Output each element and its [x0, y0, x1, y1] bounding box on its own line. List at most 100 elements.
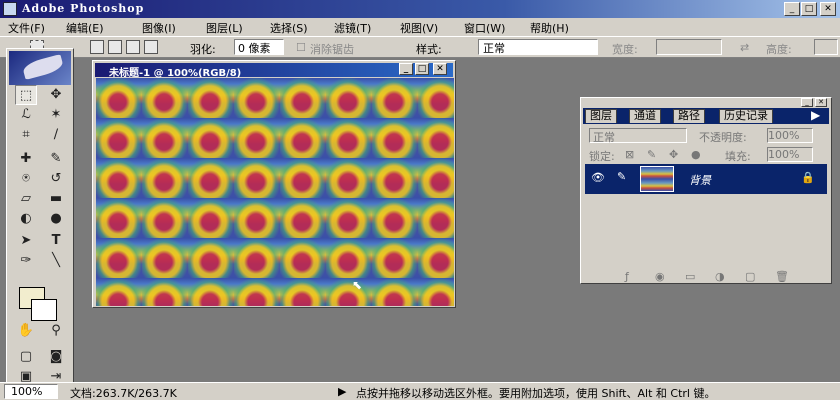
minimize-button[interactable]: _ — [784, 2, 800, 16]
doc-maximize-button[interactable]: □ — [415, 63, 429, 75]
menu-edit[interactable]: 编辑(E) — [66, 20, 104, 36]
layer-mask-icon[interactable]: ◉ — [655, 270, 665, 283]
burn-icon[interactable]: ● — [45, 209, 67, 229]
crop-icon[interactable]: ⌗ — [15, 125, 37, 145]
antialias-label: 消除锯齿 — [310, 43, 354, 56]
photoshop-logo-icon — [3, 2, 17, 16]
antialias-checkbox[interactable]: ☐ — [296, 41, 306, 54]
trash-icon[interactable]: 🗑 — [775, 270, 789, 283]
close-button[interactable]: ✕ — [820, 2, 836, 16]
app-title: Adobe Photoshop — [22, 2, 145, 15]
zoom-icon[interactable]: ⚲ — [45, 321, 67, 341]
hand-icon[interactable]: ✋ — [15, 321, 37, 341]
eraser-icon[interactable]: ▱ — [15, 189, 37, 209]
feather-label: 羽化: — [190, 43, 216, 56]
standard-mode-icon[interactable]: ▢ — [15, 347, 37, 367]
opacity-input[interactable]: 100% — [767, 128, 813, 143]
tab-layers[interactable]: 图层 — [585, 109, 617, 123]
line-icon[interactable]: ╲ — [45, 251, 67, 271]
magic-wand-icon[interactable]: ✶ — [45, 105, 67, 125]
pen-icon[interactable]: ✑ — [15, 251, 37, 271]
layer-name: 背景 — [689, 174, 711, 187]
fill-input[interactable]: 100% — [767, 147, 813, 162]
history-brush-icon[interactable]: ↺ — [45, 169, 67, 189]
status-bar: 100% 文档:263.7K/263.7K ▶ 点按并拖移以移动选区外框。要用附… — [0, 382, 840, 400]
panel-menu-icon[interactable]: ▶ — [811, 108, 820, 122]
tab-history[interactable]: 历史记录 — [719, 109, 773, 123]
brush-icon[interactable]: ✎ — [45, 149, 67, 169]
tab-paths[interactable]: 路径 — [673, 109, 705, 123]
maximize-button[interactable]: □ — [801, 2, 817, 16]
app-titlebar: Adobe Photoshop _ □ ✕ — [0, 0, 840, 18]
swap-icon[interactable]: ⇄ — [740, 41, 749, 54]
lock-label: 锁定: — [589, 150, 615, 163]
new-layer-icon[interactable]: ▢ — [745, 270, 755, 283]
marquee-icon[interactable]: ⬚ — [15, 85, 37, 105]
zoom-field[interactable]: 100% — [4, 384, 58, 399]
blend-mode-select[interactable]: 正常 — [589, 128, 687, 144]
layers-panel: _ ✕ 图层 通道 路径 历史记录 ▶ 正常 不透明度: 100% 锁定: ⊠ … — [580, 97, 832, 284]
path-select-icon[interactable]: ➤ — [15, 231, 37, 251]
style-label: 样式: — [416, 43, 442, 56]
lock-move-icon[interactable]: ✥ — [669, 148, 678, 161]
fill-label: 填充: — [725, 150, 751, 163]
image-canvas[interactable]: ⬉ — [96, 78, 454, 306]
options-bar: 羽化: 0 像素 ☐ 消除锯齿 样式: 正常 宽度: ⇄ 高度: — [0, 36, 840, 58]
menubar: 文件(F) 编辑(E) 图像(I) 图层(L) 选择(S) 滤镜(T) 视图(V… — [0, 18, 840, 36]
slice-icon[interactable]: ∕ — [45, 125, 67, 145]
document-titlebar[interactable]: 未标题-1 @ 100%(RGB/8) _ □ ✕ — [95, 63, 453, 79]
quickmask-mode-icon[interactable]: ◙ — [45, 347, 67, 367]
background-color-swatch[interactable] — [31, 299, 57, 321]
toolbox: ⬚ ✥ ℒ ✶ ⌗ ∕ ✚ ✎ ⍟ ↺ ▱ ▬ ◐ ● ➤ T ✑ ╲ ▭ ✋ … — [6, 48, 74, 386]
width-input[interactable] — [656, 39, 722, 55]
feather-logo-icon — [21, 54, 65, 80]
new-set-icon[interactable]: ▭ — [685, 270, 695, 283]
visibility-eye-icon[interactable]: 👁 — [591, 171, 605, 184]
intersect-selection-icon[interactable] — [144, 40, 158, 54]
feather-input[interactable]: 0 像素 — [234, 39, 284, 55]
document-title: 未标题-1 @ 100%(RGB/8) — [109, 68, 242, 79]
menu-help[interactable]: 帮助(H) — [530, 20, 569, 36]
lasso-icon[interactable]: ℒ — [15, 105, 37, 125]
panel-tabs: 图层 通道 路径 历史记录 ▶ — [583, 108, 829, 124]
panel-close-button[interactable]: ✕ — [815, 98, 827, 107]
menu-image[interactable]: 图像(I) — [142, 20, 176, 36]
height-input[interactable] — [814, 39, 838, 55]
doc-minimize-button[interactable]: _ — [399, 63, 413, 75]
adjustment-icon[interactable]: ◑ — [715, 270, 725, 283]
move-icon[interactable]: ✥ — [45, 85, 67, 105]
gradient-icon[interactable]: ▬ — [45, 189, 67, 209]
menu-window[interactable]: 窗口(W) — [464, 20, 505, 36]
menu-file[interactable]: 文件(F) — [8, 20, 45, 36]
menu-layer[interactable]: 图层(L) — [206, 20, 243, 36]
brush-link-icon[interactable]: ✎ — [617, 170, 626, 183]
style-select[interactable]: 正常 — [478, 39, 598, 55]
lock-icon: 🔒 — [801, 171, 815, 184]
opacity-label: 不透明度: — [699, 131, 747, 144]
add-selection-icon[interactable] — [108, 40, 122, 54]
height-label: 高度: — [766, 43, 792, 56]
panel-minimize-button[interactable]: _ — [801, 98, 813, 107]
menu-select[interactable]: 选择(S) — [270, 20, 308, 36]
stamp-icon[interactable]: ⍟ — [15, 169, 37, 189]
menu-filter[interactable]: 滤镜(T) — [334, 20, 371, 36]
width-label: 宽度: — [612, 43, 638, 56]
status-arrow-icon: ▶ — [338, 385, 347, 398]
type-icon[interactable]: T — [45, 231, 67, 251]
tab-channels[interactable]: 通道 — [629, 109, 661, 123]
menu-view[interactable]: 视图(V) — [400, 20, 438, 36]
status-hint: 点按并拖移以移动选区外框。要用附加选项，使用 Shift、Alt 和 Ctrl … — [356, 387, 716, 400]
lock-all-icon[interactable]: ● — [691, 148, 701, 161]
healing-icon[interactable]: ✚ — [15, 149, 37, 169]
document-window: 未标题-1 @ 100%(RGB/8) _ □ ✕ ⬉ — [92, 60, 456, 308]
layer-row-background[interactable]: 👁 ✎ 背景 🔒 — [585, 164, 827, 194]
lock-paint-icon[interactable]: ✎ — [647, 148, 656, 161]
new-selection-icon[interactable] — [90, 40, 104, 54]
lock-transparency-icon[interactable]: ⊠ — [625, 148, 634, 161]
dodge-icon[interactable]: ◐ — [15, 209, 37, 229]
document-info[interactable]: 文档:263.7K/263.7K — [70, 385, 177, 400]
layers-list — [585, 194, 819, 272]
doc-close-button[interactable]: ✕ — [433, 63, 447, 75]
subtract-selection-icon[interactable] — [126, 40, 140, 54]
layer-style-icon[interactable]: ƒ — [625, 270, 629, 283]
